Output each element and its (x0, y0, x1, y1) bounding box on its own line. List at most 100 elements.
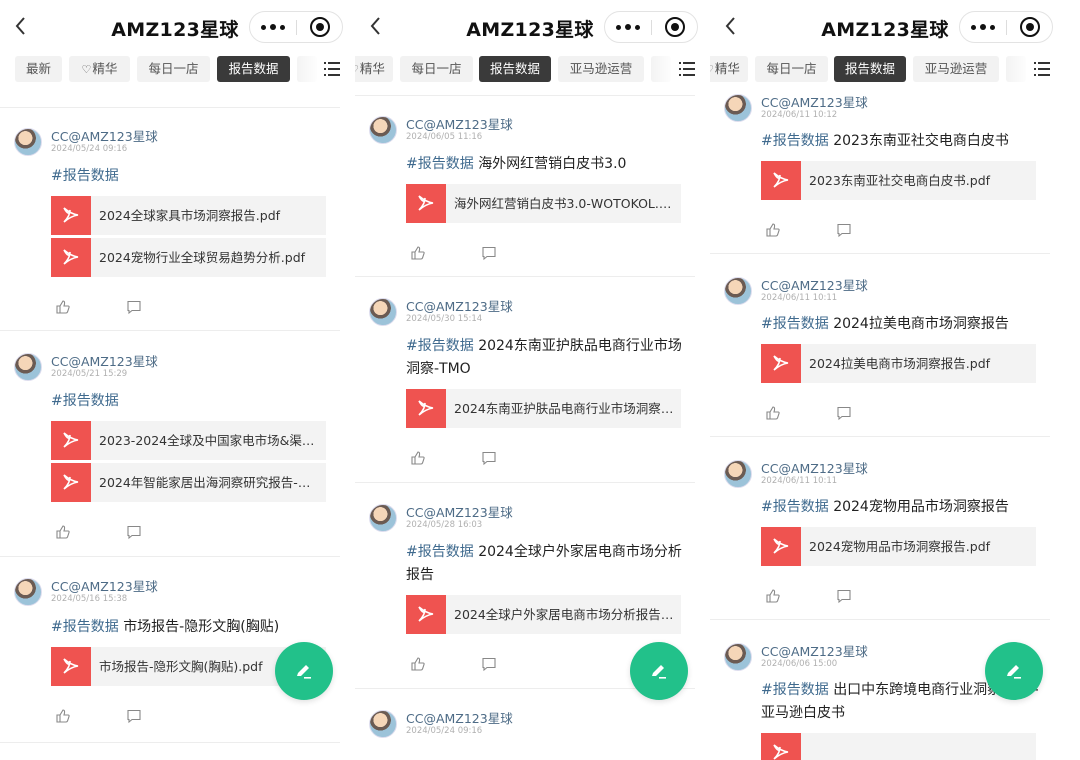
hashtag-link[interactable]: #报告数据 (761, 133, 829, 149)
hashtag-link[interactable]: #报告数据 (51, 619, 119, 635)
tab-report-data[interactable]: 报告数据 (479, 56, 551, 82)
comment-icon (127, 709, 141, 724)
mini-program-capsule (249, 11, 343, 43)
pdf-attachment[interactable]: 2024宠物用品市场洞察报告.pdf (761, 527, 1036, 566)
post-time: 2024/06/11 10:12 (761, 110, 838, 120)
close-button[interactable] (1020, 17, 1040, 37)
more-button[interactable] (250, 12, 296, 42)
pdf-attachment[interactable]: 2024年智能家居出海洞察研究报告-华为云.pdf (51, 463, 326, 502)
tab-featured[interactable]: ♡精华 (710, 56, 748, 82)
hashtag-link[interactable]: #报告数据 (406, 338, 474, 354)
pdf-attachment[interactable]: 2024东南亚护肤品电商行业市场洞察-TMO.pdf (406, 389, 681, 428)
compose-button[interactable] (275, 642, 333, 700)
hashtag-link[interactable]: #报告数据 (51, 393, 119, 409)
file-name: 2024宠物用品市场洞察报告.pdf (809, 539, 991, 554)
pdf-attachment[interactable]: 海外网红营销白皮书3.0-WOTOKOL.pdf (406, 184, 681, 223)
tab-amazon-ops[interactable]: 亚马逊运营 (913, 56, 999, 82)
more-button[interactable] (960, 12, 1006, 42)
post-time: 2024/06/11 10:11 (761, 293, 838, 303)
more-dots-icon (616, 24, 621, 30)
comment-button[interactable] (126, 708, 144, 726)
like-button[interactable] (410, 450, 428, 468)
pdf-icon (51, 421, 91, 460)
like-button[interactable] (410, 245, 428, 263)
list-icon[interactable] (679, 62, 695, 76)
post-text: #报告数据 2024东南亚护肤品电商行业市场洞察-TMO (406, 338, 682, 377)
comment-button[interactable] (836, 405, 854, 423)
thumbs-up-icon (766, 589, 780, 603)
comment-button[interactable] (481, 245, 499, 263)
post-time: 2024/05/24 09:16 (406, 726, 483, 736)
like-button[interactable] (55, 524, 73, 542)
thumbs-up-icon (766, 406, 780, 420)
pdf-attachment[interactable]: 2024宠物行业全球贸易趋势分析.pdf (51, 238, 326, 277)
like-button[interactable] (765, 588, 783, 606)
thumbs-up-icon (56, 525, 70, 539)
avatar (724, 643, 752, 671)
pdf-icon (761, 733, 801, 760)
avatar (724, 460, 752, 488)
tab-featured[interactable]: ♡精华 (355, 56, 393, 82)
tab-daily-shop[interactable]: 每日一店 (137, 56, 210, 82)
divider (0, 556, 340, 557)
pdf-attachment[interactable]: 2024拉美电商市场洞察报告.pdf (761, 344, 1036, 383)
more-button[interactable] (605, 12, 651, 42)
comment-button[interactable] (481, 450, 499, 468)
like-button[interactable] (765, 405, 783, 423)
comment-button[interactable] (126, 524, 144, 542)
tab-daily-shop[interactable]: 每日一店 (755, 56, 828, 82)
hashtag-link[interactable]: #报告数据 (51, 168, 119, 184)
comment-button[interactable] (836, 588, 854, 606)
post-text: #报告数据 2024全球户外家居电商市场分析报告 (406, 544, 682, 583)
file-name: 2024全球家具市场洞察报告.pdf (99, 208, 281, 223)
divider (355, 482, 695, 483)
like-button[interactable] (55, 708, 73, 726)
hashtag-link[interactable]: #报告数据 (406, 156, 474, 172)
avatar (14, 128, 42, 156)
pdf-attachment[interactable]: 2024全球户外家居电商市场分析报告.pdf (406, 595, 681, 634)
tabs-fade (1004, 56, 1030, 82)
more-dots-icon (261, 24, 266, 30)
hashtag-link[interactable]: #报告数据 (761, 499, 829, 515)
tab-latest[interactable]: 最新 (15, 56, 62, 82)
pdf-attachment[interactable] (761, 733, 1036, 760)
list-icon[interactable] (1034, 62, 1050, 76)
pdf-icon (51, 196, 91, 235)
tab-report-data[interactable]: 报告数据 (217, 56, 290, 82)
like-button[interactable] (410, 656, 428, 674)
post-author: CC@AMZ123星球 (51, 579, 158, 594)
post-author: CC@AMZ123星球 (406, 711, 513, 726)
comment-button[interactable] (126, 299, 144, 317)
hashtag-link[interactable]: #报告数据 (761, 682, 829, 698)
comment-button[interactable] (481, 656, 499, 674)
pdf-attachment[interactable]: 2023-2024全球及中国家电市场&渠道发展报告.pdf (51, 421, 326, 460)
avatar (369, 116, 397, 144)
close-button[interactable] (310, 17, 330, 37)
hashtag-link[interactable]: #报告数据 (406, 544, 474, 560)
like-button[interactable] (765, 222, 783, 240)
nav-bar: AMZ123星球 (355, 0, 705, 52)
divider (355, 95, 695, 96)
comment-button[interactable] (836, 222, 854, 240)
more-dots-icon (971, 24, 976, 30)
tab-featured[interactable]: ♡精华 (69, 56, 130, 82)
divider (0, 330, 340, 331)
capsule-divider (296, 20, 297, 35)
pdf-icon (761, 161, 801, 200)
tab-daily-shop[interactable]: 每日一店 (400, 56, 473, 82)
thumbs-up-icon (411, 451, 425, 465)
pdf-attachment[interactable]: 2024全球家具市场洞察报告.pdf (51, 196, 326, 235)
tab-report-data[interactable]: 报告数据 (834, 56, 906, 82)
pdf-attachment[interactable]: 2023东南亚社交电商白皮书.pdf (761, 161, 1036, 200)
compose-button[interactable] (985, 642, 1043, 700)
close-button[interactable] (665, 17, 685, 37)
post-time: 2024/05/28 16:03 (406, 520, 483, 530)
list-icon[interactable] (324, 62, 340, 76)
thumbs-up-icon (766, 223, 780, 237)
like-button[interactable] (55, 299, 73, 317)
avatar (369, 710, 397, 738)
phone-panel-1: AMZ123星球 最新 ♡精华 每日一店 报告数据 CC@AMZ123星球 20… (0, 0, 350, 760)
tab-amazon-ops[interactable]: 亚马逊运营 (558, 56, 644, 82)
hashtag-link[interactable]: #报告数据 (761, 316, 829, 332)
compose-button[interactable] (630, 642, 688, 700)
